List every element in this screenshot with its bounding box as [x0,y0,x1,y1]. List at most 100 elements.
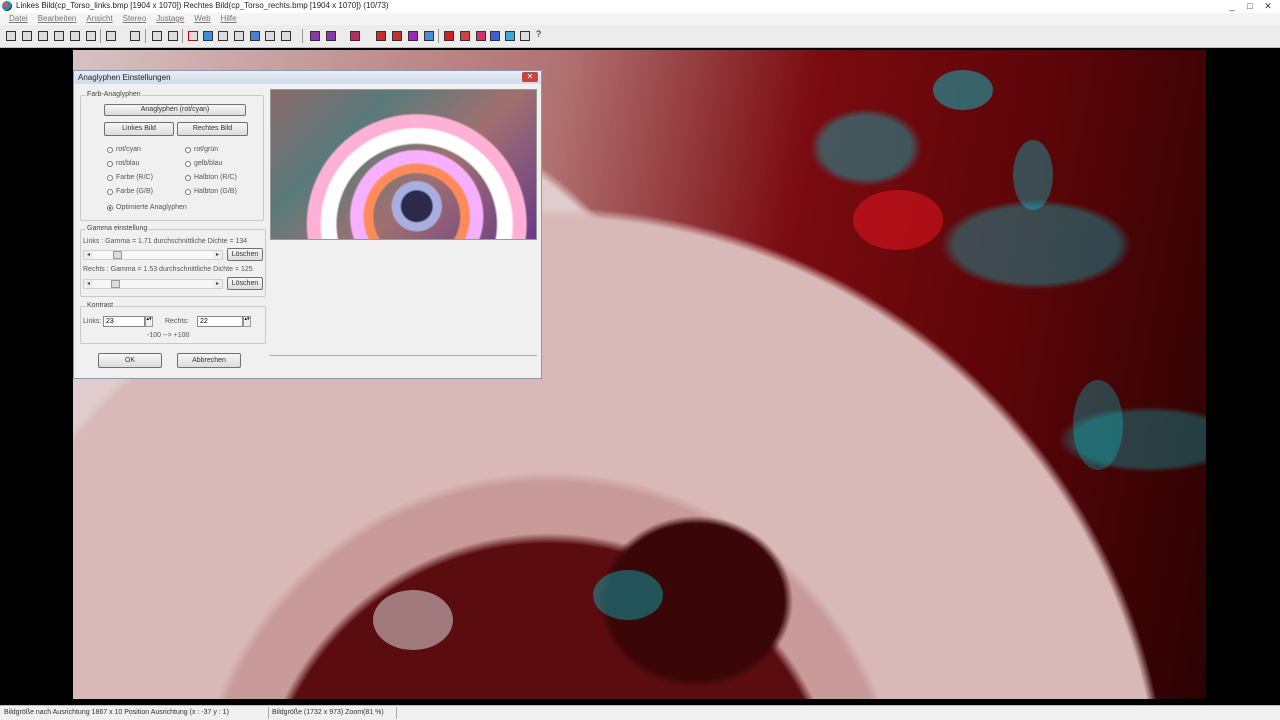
help-icon[interactable]: ? [536,29,546,39]
side-by-side-icon[interactable] [265,31,275,41]
anaglyph-red-icon[interactable] [376,31,386,41]
full-size-icon[interactable] [218,31,228,41]
menu-stereo[interactable]: Stereo [118,13,152,25]
right-image-button[interactable]: Rechtes Bild [177,122,248,136]
radio-indicator [185,146,191,153]
menu-web[interactable]: Web [189,13,215,25]
redo-icon[interactable] [168,31,178,41]
reset-left-gamma-button[interactable]: Löschen [227,248,263,261]
slider-thumb[interactable] [112,251,122,259]
dialog-title-bar: Anaglyphen Einstellungen ✕ [74,71,541,84]
ok-button[interactable]: OK [98,353,162,368]
scroll-left-icon[interactable]: ◂ [84,280,93,288]
radio-indicator [107,188,113,195]
undo-icon[interactable] [152,31,162,41]
open-icon[interactable] [6,31,16,41]
contrast-right-input[interactable]: 22 [197,316,243,327]
window-controls: _ □ ✕ [1224,0,1276,12]
right-gamma-label: Rechts : Gamma = 1.53 durchschnittliche … [83,266,253,273]
interlace-icon[interactable] [310,31,320,41]
open-folder-icon[interactable] [38,31,48,41]
mirror-icon[interactable] [444,31,454,41]
mpo-icon[interactable] [520,31,530,41]
radio-indicator [185,188,191,195]
maximize-button[interactable]: □ [1242,0,1258,12]
crop-icon[interactable] [106,31,116,41]
image-detail [853,190,943,250]
anaglyph-blue-icon[interactable] [424,31,434,41]
menu-bar: Datei Bearbeiten Ansicht Stereo Justage … [0,13,1280,25]
close-window-button[interactable]: ✕ [1260,0,1276,12]
over-under-icon[interactable] [281,31,291,41]
app-icon [2,1,12,11]
contrast-range-hint: -100 --> +100 [147,332,190,339]
slider-thumb[interactable] [110,280,120,288]
anaglyph-preview-image [270,89,537,240]
grid-icon[interactable] [476,31,486,41]
anaglyph-settings-dialog: Anaglyphen Einstellungen ✕ Farb-Anaglyph… [73,70,542,379]
anaglyph-mode-icon[interactable] [350,31,360,41]
rotate-icon[interactable] [505,31,515,41]
group-legend: Farb-Anaglyphen [86,91,142,98]
group-legend: Kontrast [86,302,115,309]
radio-red-green[interactable]: rot/grün [185,146,218,153]
color-adjust-icon[interactable] [460,31,470,41]
image-detail [593,570,663,620]
contrast-left-spinner-icon[interactable]: ▴▾ [145,316,153,327]
toolbar: ? [0,25,1280,48]
image-detail [933,70,993,110]
slide-show-icon[interactable] [490,31,500,41]
radio-indicator [107,146,113,153]
menu-datei[interactable]: Datei [4,13,33,25]
contrast-left-input[interactable]: 23 [103,316,145,327]
anaglyph-gray-icon[interactable] [408,31,418,41]
cancel-button[interactable]: Abbrechen [177,353,241,368]
radio-color-gb[interactable]: Farbe (G/B) [107,188,153,195]
left-image-button[interactable]: Linkes Bild [104,122,174,136]
print-icon[interactable] [130,31,140,41]
window-title: Linkes Bild(cp_Torso_links.bmp [1904 x 1… [16,1,389,10]
menu-justage[interactable]: Justage [151,13,189,25]
dialog-close-button[interactable]: ✕ [522,72,538,82]
color-anaglyph-group: Farb-Anaglyphen Anaglyphen (rot/cyan) Li… [80,91,264,221]
status-divider [396,707,397,719]
toolbar-separator [182,29,183,43]
interlace-alt-icon[interactable] [326,31,336,41]
title-bar: Linkes Bild(cp_Torso_links.bmp [1904 x 1… [0,0,1280,14]
right-gamma-slider[interactable]: ◂ ▸ [83,279,223,289]
radio-halftone-gb[interactable]: Halbton (G/B) [185,188,237,195]
image-detail [373,590,453,650]
save-left-icon[interactable] [70,31,80,41]
scroll-right-icon[interactable]: ▸ [213,280,222,288]
radio-red-cyan[interactable]: rot/cyan [107,146,141,153]
save-right-icon[interactable] [86,31,96,41]
radio-red-blue[interactable]: rot/blau [107,160,139,167]
radio-yellow-blue[interactable]: gelb/blau [185,160,222,167]
divider [270,355,537,356]
radio-optimized[interactable]: Optimierte Anaglyphen [107,204,187,211]
anaglyph-preview-button[interactable]: Anaglyphen (rot/cyan) [104,104,246,116]
menu-bearbeiten[interactable]: Bearbeiten [33,13,82,25]
save-icon[interactable] [54,31,64,41]
scroll-left-icon[interactable]: ◂ [84,251,93,259]
contrast-right-spinner-icon[interactable]: ▴▾ [243,316,251,327]
menu-hilfe[interactable]: Hilfe [216,13,242,25]
left-gamma-slider[interactable]: ◂ ▸ [83,250,223,260]
radio-color-rc[interactable]: Farbe (R/C) [107,174,153,181]
menu-ansicht[interactable]: Ansicht [81,13,117,25]
contrast-group: Kontrast Links: 23 ▴▾ Rechts: 22 ▴▾ -100… [80,302,266,344]
fit-window-icon[interactable] [203,31,213,41]
reset-right-gamma-button[interactable]: Löschen [227,277,263,290]
open-stereo-icon[interactable] [22,31,32,41]
toolbar-separator [145,29,146,43]
image-detail [1073,380,1123,470]
group-legend: Gamma einstellung [86,225,149,232]
scroll-right-icon[interactable]: ▸ [213,251,222,259]
radio-halftone-rc[interactable]: Halbton (R/C) [185,174,237,181]
anaglyph-color-icon[interactable] [392,31,402,41]
auto-align-icon[interactable] [188,31,198,41]
left-gamma-label: Links : Gamma = 1.71 durchschnittliche D… [83,238,248,245]
minimize-button[interactable]: _ [1224,0,1240,12]
swap-icon[interactable] [250,31,260,41]
zoom-icon[interactable] [234,31,244,41]
